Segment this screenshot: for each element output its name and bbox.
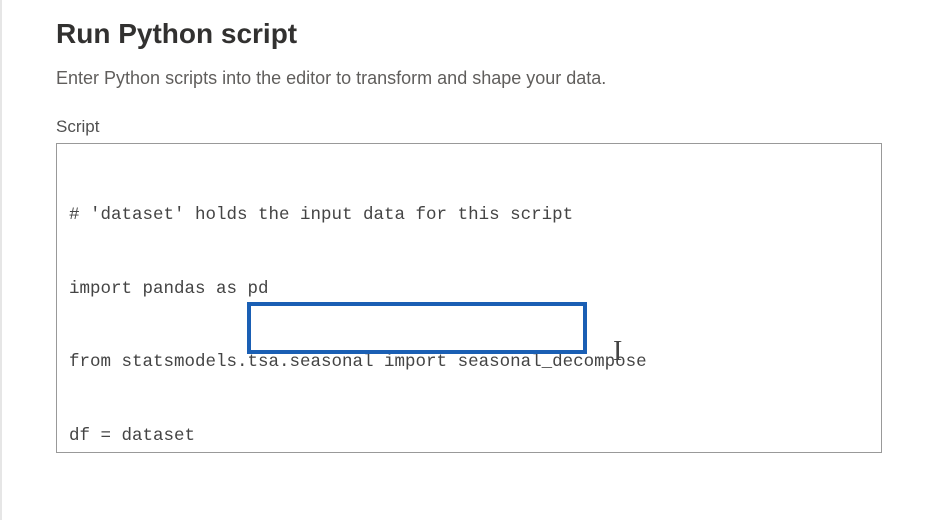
script-label: Script [56, 117, 882, 137]
script-editor[interactable]: # 'dataset' holds the input data for thi… [56, 143, 882, 453]
code-line: from statsmodels.tsa.seasonal import sea… [69, 350, 869, 375]
code-line: import pandas as pd [69, 277, 869, 302]
code-line: df = dataset [69, 424, 869, 449]
dialog-title: Run Python script [56, 18, 882, 50]
code-line: # 'dataset' holds the input data for thi… [69, 203, 869, 228]
dialog-subtitle: Enter Python scripts into the editor to … [56, 68, 882, 89]
annotation-highlight-box [247, 302, 587, 354]
